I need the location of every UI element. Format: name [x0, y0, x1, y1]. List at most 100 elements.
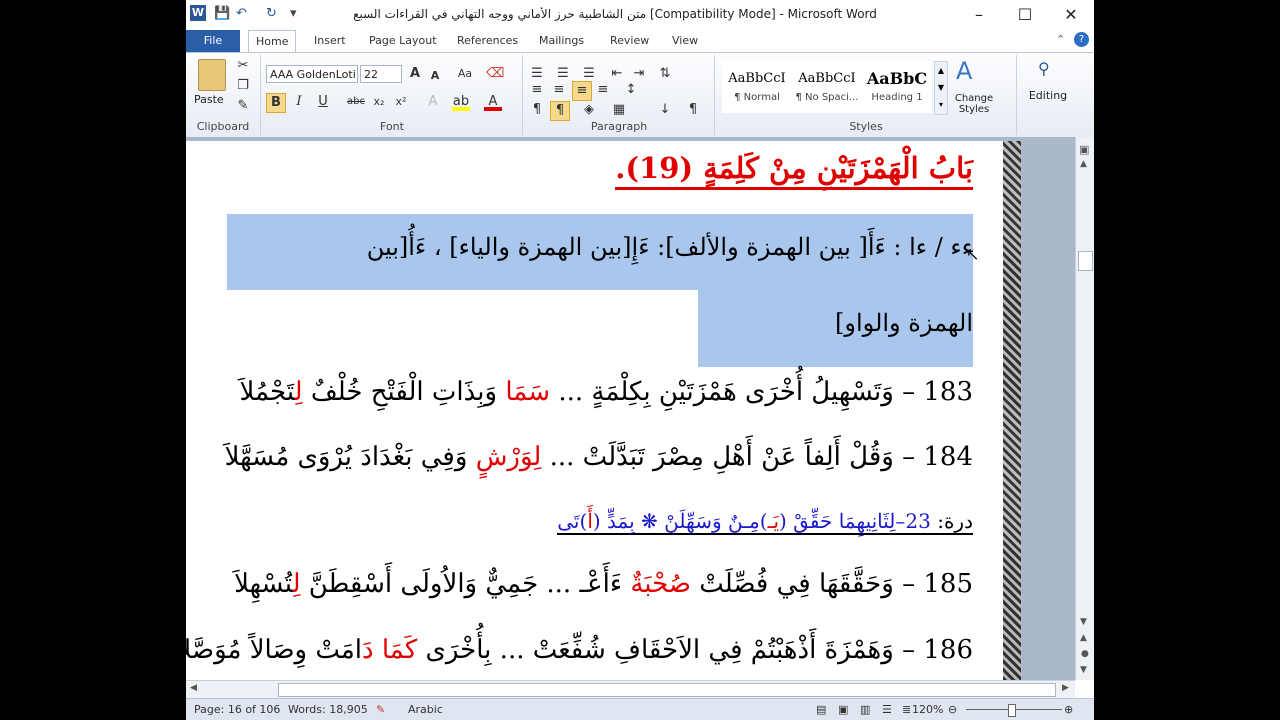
word-count[interactable]: Words: 18,905	[288, 703, 368, 716]
borders-icon[interactable]: ▦	[610, 101, 628, 119]
verse-number: 185 –	[893, 569, 973, 599]
scroll-left-icon[interactable]: ◀	[190, 683, 197, 693]
change-case-icon[interactable]: Aa	[456, 65, 474, 83]
rtl-icon[interactable]: ¶	[550, 101, 570, 121]
collapse-ribbon-icon[interactable]: ⌃	[1056, 33, 1065, 46]
zoom-in-icon[interactable]: ⊕	[1064, 703, 1073, 716]
full-screen-icon[interactable]: ▣	[838, 703, 848, 716]
proofing-icon[interactable]: ✎	[376, 703, 385, 716]
horizontal-scrollbar[interactable]: ◀ ▶	[186, 680, 1075, 699]
superscript-button[interactable]: x²	[392, 93, 410, 111]
font-color-icon[interactable]: A	[484, 93, 502, 111]
scroll-up-icon[interactable]: ▲	[1080, 159, 1087, 169]
document-area[interactable]: بَابُ الْهَمْزَتَيْنِ مِنْ كَلِمَةٍ (19)…	[186, 137, 1094, 680]
web-layout-icon[interactable]: ▥	[860, 703, 870, 716]
next-page-icon[interactable]: ▼	[1080, 665, 1087, 675]
scroll-down-icon[interactable]: ▼	[1080, 617, 1087, 627]
verse-185: 185 – وَحَقَّقَهَا فِي فُصِّلَتْ صُحْبَة…	[234, 569, 973, 599]
bold-button[interactable]: B	[266, 93, 286, 113]
highlight-color-icon[interactable]: ab	[452, 93, 470, 111]
text-effects-icon[interactable]: A	[424, 93, 442, 111]
customize-qat-icon[interactable]: ▾	[290, 6, 297, 21]
tab-review[interactable]: Review	[610, 30, 649, 52]
style-name: Heading 1	[871, 92, 923, 103]
vertical-scrollbar[interactable]: ▣ ▲ ▼ ▲ ● ▼	[1075, 137, 1094, 680]
browse-object-icon[interactable]: ●	[1081, 649, 1089, 659]
language-indicator[interactable]: Arabic	[408, 703, 443, 716]
close-button[interactable]: ✕	[1048, 0, 1094, 30]
durra-text: )تَى	[557, 509, 588, 533]
styles-scroll[interactable]: ▲ ▼ ▾	[934, 61, 948, 115]
style-no-spacing[interactable]: AaBbCcI ¶ No Spaci...	[792, 61, 862, 113]
outline-icon[interactable]: ☰	[882, 703, 892, 716]
style-heading-1[interactable]: AaBbC Heading 1	[862, 61, 932, 113]
editing-group: ⚲ Editing	[1018, 55, 1088, 135]
style-sample: AaBbCcI	[728, 71, 786, 86]
font-name-combo[interactable]: AAA GoldenLoti	[266, 65, 358, 83]
draft-icon[interactable]: ≣	[902, 703, 911, 716]
underline-button[interactable]: U	[314, 93, 332, 111]
copy-icon[interactable]: ❐	[234, 77, 252, 95]
shrink-font-icon[interactable]: A	[426, 67, 444, 85]
tab-mailings[interactable]: Mailings	[539, 30, 584, 52]
sort-icon[interactable]: ⇅	[656, 65, 674, 83]
durra-text: –لِثَانِيهِمَا حَقِّقْ (	[779, 509, 906, 533]
zoom-slider-thumb[interactable]	[1008, 704, 1016, 717]
line-spacing-icon[interactable]: ↕	[622, 81, 640, 99]
maximize-button[interactable]: ☐	[1002, 0, 1048, 30]
word-app-icon[interactable]: W	[190, 5, 206, 21]
sort-az-icon[interactable]: ↓	[656, 101, 674, 119]
shading-icon[interactable]: ◈	[580, 101, 598, 119]
paragraph-group: ☰ ☰ ☰ ⇤ ⇥ ⇅ ≡ ≡ ≡ ≡ ↕ ¶ ¶ ◈ ▦ ↓ ¶ Paragr…	[524, 55, 715, 135]
help-icon[interactable]: ?	[1074, 32, 1089, 47]
previous-page-icon[interactable]: ▲	[1080, 633, 1087, 643]
redo-icon[interactable]: ↻	[266, 6, 277, 21]
verse-text	[374, 635, 382, 665]
paste-button[interactable]: Paste	[194, 93, 224, 106]
scroll-thumb[interactable]	[1078, 251, 1093, 271]
save-icon[interactable]: 💾	[214, 6, 230, 21]
justify-icon[interactable]: ≡	[594, 81, 612, 99]
font-size-combo[interactable]: 22	[360, 65, 402, 83]
title-bar: W 💾 ↶ ↻ ▾ متن الشاطبية حرز الأماني ووجه …	[186, 0, 1094, 30]
paste-icon[interactable]	[198, 59, 226, 91]
page-border	[1003, 141, 1021, 680]
subscript-button[interactable]: x₂	[370, 93, 388, 111]
editing-button[interactable]: Editing	[1022, 89, 1074, 102]
page-indicator[interactable]: Page: 16 of 106	[194, 703, 280, 716]
format-painter-icon[interactable]: ✎	[234, 97, 252, 115]
align-right-icon[interactable]: ≡	[572, 81, 592, 101]
clear-formatting-icon[interactable]: ⌫	[486, 65, 504, 83]
italic-button[interactable]: I	[290, 93, 308, 111]
zoom-level[interactable]: 120%	[912, 703, 943, 716]
verse-text: وَبِذَاتِ الْفَتْحِ خُلْفٌ	[302, 377, 506, 407]
tab-insert[interactable]: Insert	[314, 30, 346, 52]
cut-icon[interactable]: ✂	[234, 57, 252, 75]
binoculars-icon[interactable]: ⚲	[1038, 59, 1050, 78]
tab-view[interactable]: View	[672, 30, 698, 52]
tab-references[interactable]: References	[457, 30, 518, 52]
ruler-toggle-icon[interactable]: ▣	[1079, 143, 1089, 156]
align-left-icon[interactable]: ≡	[528, 81, 546, 99]
change-styles-button[interactable]: Change Styles	[948, 93, 1000, 115]
ltr-icon[interactable]: ¶	[528, 101, 546, 119]
verse-186: 186 – وَهَمْزَةَ أَذْهَبْتُمْ فِي الاَحْ…	[186, 635, 973, 665]
align-center-icon[interactable]: ≡	[550, 81, 568, 99]
change-styles-icon[interactable]: A	[956, 57, 972, 85]
tab-home[interactable]: Home	[248, 30, 297, 53]
durra-line: درة: 23–لِثَانِيهِمَا حَقِّقْ (يَـ)مِـنٌ…	[557, 509, 973, 535]
minimize-button[interactable]: –	[956, 0, 1002, 30]
hscroll-thumb[interactable]	[278, 683, 1056, 697]
grow-font-icon[interactable]: A	[406, 65, 424, 83]
zoom-out-icon[interactable]: ⊖	[948, 703, 957, 716]
undo-icon[interactable]: ↶	[236, 6, 247, 21]
style-normal[interactable]: AaBbCcI ¶ Normal	[722, 61, 792, 113]
tab-page-layout[interactable]: Page Layout	[369, 30, 437, 52]
verse-text: وَقُلْ أَلِفاً عَنْ أَهْلِ مِصْرَ تَبَدَ…	[541, 442, 894, 472]
scroll-right-icon[interactable]: ▶	[1062, 683, 1069, 693]
print-layout-icon[interactable]: ▤	[816, 703, 826, 716]
font-group: AAA GoldenLoti 22 A A Aa ⌫ B I U abc x₂ …	[262, 55, 523, 135]
strikethrough-button[interactable]: abc	[344, 93, 368, 111]
show-marks-icon[interactable]: ¶	[684, 101, 702, 119]
tab-file[interactable]: File	[186, 30, 240, 52]
